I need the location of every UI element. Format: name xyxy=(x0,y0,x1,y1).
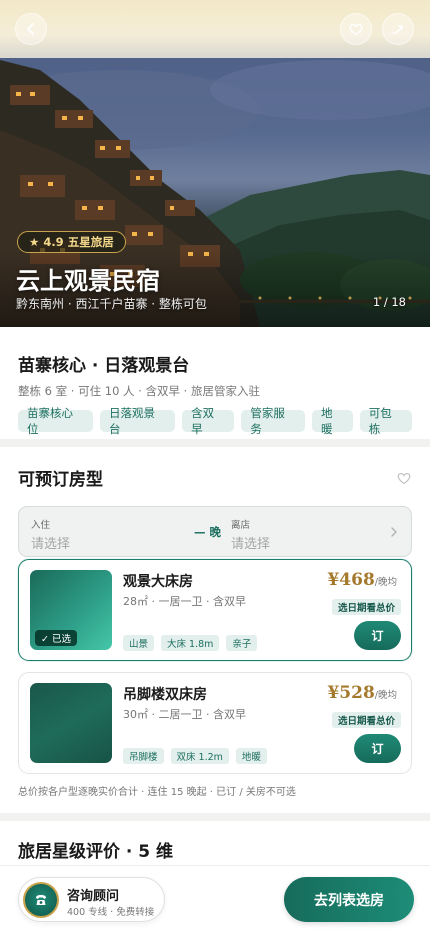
date-picker[interactable]: 入住 请选择 — 晚 离店 请选择 xyxy=(18,506,412,557)
room-types-section: 可预订房型 入住 请选择 — 晚 离店 请选择 ✓ 已选 观景大床房 28㎡ ·… xyxy=(0,447,430,813)
heart-outline-icon[interactable] xyxy=(396,470,412,486)
room-info: 28㎡ · 一居一卫 · 含双早 xyxy=(123,595,246,608)
room-price: ¥528 /晚均 xyxy=(327,683,397,703)
feature-tags: 苗寨核心位 日落观景台 含双早 管家服务 地暖 可包栋 xyxy=(18,406,413,436)
hero-gallery[interactable]: ★ 4.9 五星旅居 云上观景民宿 黔东南州 · 西江千户苗寨 · 整栋可包 1… xyxy=(0,0,430,327)
feature-tag: 地暖 xyxy=(311,406,353,436)
share-icon xyxy=(392,25,403,34)
property-title: 云上观景民宿 xyxy=(16,267,160,295)
bottom-action-bar: 咨询顾问 400 专线 · 免费转接 去列表选房 xyxy=(0,865,430,932)
checkin-label: 入住 xyxy=(31,520,51,531)
checkin-field[interactable]: 入住 请选择 xyxy=(31,517,70,552)
rating-badge: ★ 4.9 五星旅居 xyxy=(17,231,126,253)
room-name: 观景大床房 xyxy=(123,574,193,590)
property-location: 黔东南州 · 西江千户苗寨 · 整栋可包 xyxy=(16,297,207,311)
consult-subtitle: 400 专线 · 免费转接 xyxy=(67,907,155,918)
room-tag: 大床 1.8m xyxy=(161,635,220,651)
property-summary: 苗寨核心 · 日落观景台 整栋 6 室 · 可住 10 人 · 含双早 · 旅居… xyxy=(0,327,430,439)
checkout-label: 离店 xyxy=(231,520,251,531)
room-price: ¥468 /晚均 xyxy=(327,570,397,590)
room-name: 吊脚楼双床房 xyxy=(123,687,207,703)
price-unit: /晚均 xyxy=(374,690,397,701)
room-tag: 吊脚楼 xyxy=(123,748,164,764)
room-thumbnail xyxy=(30,683,112,763)
room-card[interactable]: ✓ 已选 观景大床房 28㎡ · 一居一卫 · 含双早 山景 大床 1.8m 亲… xyxy=(18,559,412,661)
feature-tag: 苗寨核心位 xyxy=(18,406,94,436)
photo-counter: 1 / 18 xyxy=(372,295,406,309)
book-button[interactable]: 订 xyxy=(354,621,401,650)
room-tag: 山景 xyxy=(123,635,155,651)
reviews-title: 旅居星级评价 · 5 维 xyxy=(18,842,174,862)
room-tag: 地暖 xyxy=(235,748,267,764)
checkout-field[interactable]: 离店 请选择 xyxy=(231,517,270,552)
consult-advisor-button[interactable]: 咨询顾问 400 专线 · 免费转接 xyxy=(18,877,165,922)
pricing-note: 总价按各户型逐晚实价合计 · 连住 15 晚起 · 已订 / 关房不可选 xyxy=(18,787,296,798)
view-total-button[interactable]: 选日期看总价 xyxy=(331,599,401,615)
feature-tag: 管家服务 xyxy=(241,406,305,436)
chevron-right-icon xyxy=(391,527,397,537)
room-thumbnail: ✓ 已选 xyxy=(30,570,112,650)
favorite-button[interactable] xyxy=(340,13,372,45)
selected-badge: ✓ 已选 xyxy=(35,630,77,646)
room-tag: 亲子 xyxy=(226,635,258,651)
checkout-value: 请选择 xyxy=(231,537,271,552)
back-button[interactable] xyxy=(15,13,47,45)
room-tags: 吊脚楼 双床 1.2m 地暖 xyxy=(123,748,267,764)
feature-tag: 可包栋 xyxy=(359,406,413,436)
summary-title: 苗寨核心 · 日落观景台 xyxy=(18,356,190,376)
book-button[interactable]: 订 xyxy=(354,734,401,763)
feature-tag: 日落观景台 xyxy=(100,406,176,436)
feature-tag: 含双早 xyxy=(182,406,235,436)
room-info: 30㎡ · 二居一卫 · 含双早 xyxy=(123,708,246,721)
room-tag: 双床 1.2m xyxy=(170,748,229,764)
price-unit: /晚均 xyxy=(374,577,397,588)
view-total-button[interactable]: 选日期看总价 xyxy=(331,712,401,728)
nights-count: — 晚 xyxy=(194,525,222,539)
price-value: ¥468 xyxy=(327,570,375,590)
consult-title: 咨询顾问 xyxy=(67,889,120,904)
heart-icon xyxy=(349,23,363,36)
summary-meta: 整栋 6 室 · 可住 10 人 · 含双早 · 旅居管家入驻 xyxy=(18,384,260,398)
room-types-title: 可预订房型 xyxy=(18,470,103,490)
phone-icon xyxy=(23,882,59,918)
chevron-left-icon xyxy=(27,23,34,35)
page: ★ 4.9 五星旅居 云上观景民宿 黔东南州 · 西江千户苗寨 · 整栋可包 1… xyxy=(0,0,430,932)
choose-room-button[interactable]: 去列表选房 xyxy=(284,877,414,922)
share-button[interactable] xyxy=(382,13,414,45)
room-tags: 山景 大床 1.8m 亲子 xyxy=(123,635,258,651)
checkin-value: 请选择 xyxy=(31,537,71,552)
price-value: ¥528 xyxy=(327,683,375,703)
room-card[interactable]: 吊脚楼双床房 30㎡ · 二居一卫 · 含双早 吊脚楼 双床 1.2m 地暖 ¥… xyxy=(18,672,412,774)
